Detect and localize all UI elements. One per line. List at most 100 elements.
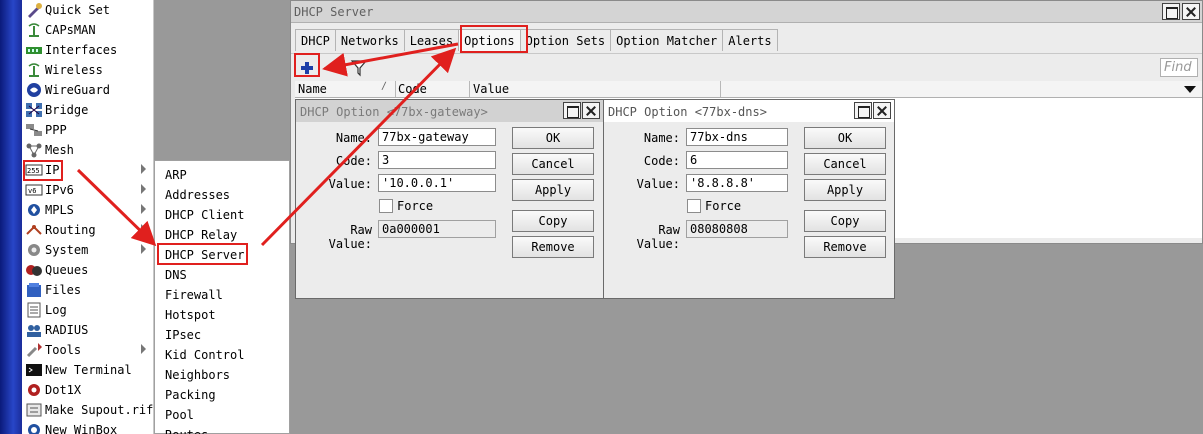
submenu-item-arp[interactable]: ARP (165, 165, 187, 185)
maximize-button[interactable] (1162, 3, 1180, 20)
submenu-item-hotspot[interactable]: Hotspot (165, 305, 216, 325)
column-menu-icon[interactable] (1184, 86, 1196, 93)
column-separator (395, 81, 396, 97)
menu-item-quick-set[interactable]: Quick Set (22, 0, 154, 20)
filter-icon[interactable] (349, 58, 369, 78)
tab-networks[interactable]: Networks (334, 29, 405, 51)
add-icon[interactable] (297, 58, 317, 78)
force-checkbox[interactable] (379, 199, 393, 213)
menu-item-tools[interactable]: Tools (22, 340, 154, 360)
winbox-icon (25, 422, 43, 434)
submenu-item-firewall[interactable]: Firewall (165, 285, 223, 305)
submenu-item-dhcp-client[interactable]: DHCP Client (165, 205, 244, 225)
raw-value-field: 0a000001 (378, 220, 496, 238)
ok-button[interactable]: OK (512, 127, 594, 149)
maximize-button[interactable] (854, 102, 872, 119)
value-label: Value: (636, 177, 680, 191)
code-field[interactable]: 6 (686, 151, 788, 169)
copy-button[interactable]: Copy (512, 210, 594, 232)
menu-item-ip[interactable]: 255 IP (22, 160, 154, 180)
column-code[interactable]: Code (398, 82, 427, 96)
menu-item-new-terminal[interactable]: New Terminal (22, 360, 154, 380)
remove-button[interactable]: Remove (512, 236, 594, 258)
value-field[interactable]: '8.8.8.8' (686, 174, 788, 192)
capsman-icon (25, 22, 43, 38)
remove-button[interactable]: Remove (804, 236, 886, 258)
name-field[interactable]: 77bx-gateway (378, 128, 496, 146)
menu-item-files[interactable]: Files (22, 280, 154, 300)
submenu-item-addresses[interactable]: Addresses (165, 185, 230, 205)
close-button[interactable] (873, 102, 891, 119)
apply-button[interactable]: Apply (512, 179, 594, 201)
menu-item-dot1x[interactable]: Dot1X (22, 380, 154, 400)
cancel-button[interactable]: Cancel (804, 153, 886, 175)
dialog-titlebar[interactable]: DHCP Option <77bx-gateway> (296, 100, 603, 122)
mesh-icon (25, 142, 43, 158)
menu-item-ipv6[interactable]: v6 IPv6 (22, 180, 154, 200)
submenu-item-neighbors[interactable]: Neighbors (165, 365, 230, 385)
close-button[interactable] (1182, 3, 1200, 20)
submenu-arrow-icon (141, 224, 146, 234)
cancel-button[interactable]: Cancel (512, 153, 594, 175)
menu-item-mesh[interactable]: Mesh (22, 140, 154, 160)
remove-icon[interactable] (321, 58, 341, 78)
ok-button[interactable]: OK (804, 127, 886, 149)
tab-options[interactable]: Options (458, 29, 521, 51)
submenu-item-pool[interactable]: Pool (165, 405, 194, 425)
files-icon (25, 282, 43, 298)
supout-icon (25, 402, 43, 418)
column-header: Name ∕ Code Value (295, 81, 1202, 98)
queues-icon (25, 262, 43, 278)
menu-item-bridge[interactable]: Bridge (22, 100, 154, 120)
menu-item-mpls[interactable]: MPLS (22, 200, 154, 220)
menu-item-make-supout[interactable]: Make Supout.rif (22, 400, 154, 420)
tab-alerts[interactable]: Alerts (722, 29, 778, 51)
tab-option-matcher[interactable]: Option Matcher (610, 29, 724, 51)
menu-item-wireguard[interactable]: WireGuard (22, 80, 154, 100)
window-titlebar[interactable]: DHCP Server (291, 1, 1202, 23)
column-name[interactable]: Name (298, 82, 327, 96)
submenu-item-dhcp-server[interactable]: DHCP Server (165, 245, 244, 265)
submenu-item-dhcp-relay[interactable]: DHCP Relay (165, 225, 237, 245)
value-field[interactable]: '10.0.0.1' (378, 174, 496, 192)
tab-dhcp[interactable]: DHCP (295, 29, 336, 51)
code-field[interactable]: 3 (378, 151, 496, 169)
submenu-item-dns[interactable]: DNS (165, 265, 187, 285)
sort-icon: ∕ (381, 81, 388, 92)
name-field[interactable]: 77bx-dns (686, 128, 788, 146)
menu-item-wireless[interactable]: Wireless (22, 60, 154, 80)
menu-item-radius[interactable]: RADIUS (22, 320, 154, 340)
radius-icon (25, 322, 43, 338)
tab-leases[interactable]: Leases (403, 29, 460, 51)
dialog-titlebar[interactable]: DHCP Option <77bx-dns> (604, 100, 894, 122)
column-value[interactable]: Value (473, 82, 509, 96)
ip-submenu: ARP Addresses DHCP Client DHCP Relay DHC… (154, 160, 290, 434)
submenu-item-ipsec[interactable]: IPsec (165, 325, 201, 345)
menu-item-capsman[interactable]: CAPsMAN (22, 20, 154, 40)
submenu-arrow-icon (141, 244, 146, 254)
submenu-item-routes[interactable]: Routes (165, 425, 208, 434)
apply-button[interactable]: Apply (804, 179, 886, 201)
submenu-item-packing[interactable]: Packing (165, 385, 216, 405)
menu-item-routing[interactable]: Routing (22, 220, 154, 240)
dhcp-option-dialog-gateway: DHCP Option <77bx-gateway> Name: 77bx-ga… (295, 99, 604, 299)
close-button[interactable] (582, 102, 600, 119)
mpls-icon (25, 202, 43, 218)
menu-item-ppp[interactable]: PPP (22, 120, 154, 140)
maximize-button[interactable] (563, 102, 581, 119)
menu-item-system[interactable]: System (22, 240, 154, 260)
find-input[interactable]: Find (1160, 58, 1198, 77)
menu-item-queues[interactable]: Queues (22, 260, 154, 280)
dhcp-option-dialog-dns: DHCP Option <77bx-dns> Name: 77bx-dns Co… (603, 99, 895, 299)
submenu-item-kid-control[interactable]: Kid Control (165, 345, 244, 365)
tools-icon (25, 342, 43, 358)
routing-icon (25, 222, 43, 238)
tab-option-sets[interactable]: Option Sets (519, 29, 612, 51)
svg-text:255: 255 (27, 167, 40, 175)
menu-item-log[interactable]: Log (22, 300, 154, 320)
copy-button[interactable]: Copy (804, 210, 886, 232)
menu-item-new-winbox[interactable]: New WinBox (22, 420, 154, 434)
menu-item-interfaces[interactable]: Interfaces (22, 40, 154, 60)
force-checkbox[interactable] (687, 199, 701, 213)
force-label: Force (705, 199, 742, 213)
